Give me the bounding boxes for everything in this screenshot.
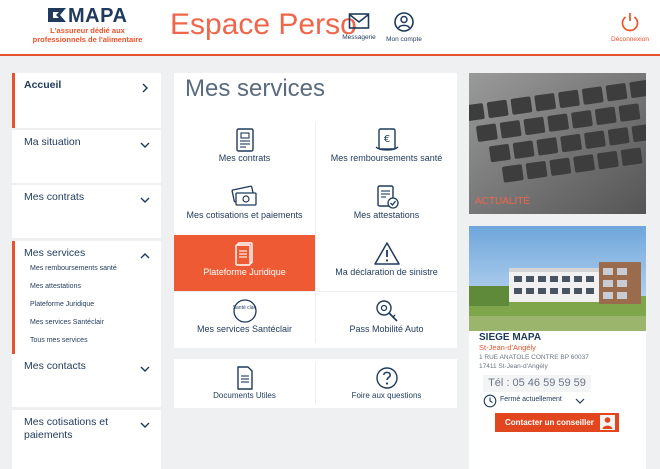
service-attestations[interactable]: Mes attestations	[316, 178, 457, 234]
contact-advisor-button[interactable]: Contacter un conseiller	[495, 413, 619, 432]
office-address-line2: 17411 St-Jean-d'Angély	[479, 363, 548, 370]
logo-tagline: L'assureur dédié aux professionnels de l…	[32, 26, 143, 44]
services-panel: Mes services Mes contrats € Mes rembours…	[174, 73, 457, 348]
clock-icon	[483, 394, 497, 408]
chevron-down-icon	[575, 398, 585, 404]
sidebar-item-label: Accueil	[24, 79, 62, 91]
chevron-right-icon	[142, 83, 148, 93]
sidebar-item-label: Mes contacts	[24, 360, 86, 372]
documents-utiles-link[interactable]: Documents Utiles	[174, 359, 315, 408]
person-icon	[600, 415, 615, 430]
santeclair-logo-text: Santé clair	[232, 305, 257, 311]
sidebar-item-cotisations[interactable]: Mes cotisations et paiements	[12, 410, 161, 469]
documents-utiles-label: Documents Utiles	[213, 391, 276, 400]
user-circle-icon	[394, 12, 414, 32]
certificate-check-icon	[376, 185, 399, 209]
logo-word: MAPA	[68, 5, 128, 27]
sidebar: Accueil Ma situation Mes contrats Mes se…	[12, 73, 161, 469]
sidebar-subitem-juridique[interactable]: Plateforme Juridique	[30, 301, 94, 308]
santeclair-logo-icon	[232, 299, 257, 323]
service-pass-mobilite[interactable]: Pass Mobilité Auto	[316, 292, 457, 348]
document-icon	[236, 366, 253, 390]
service-mes-contrats[interactable]: Mes contrats	[174, 121, 315, 177]
envelope-icon	[348, 13, 370, 29]
question-circle-icon	[375, 367, 398, 389]
sidebar-item-label: Mes contrats	[24, 191, 85, 203]
site-title: Espace Perso	[170, 8, 357, 41]
office-phone[interactable]: Tél : 05 46 59 59 59	[483, 375, 591, 392]
office-building-image	[469, 226, 646, 331]
svg-text:€: €	[383, 134, 389, 145]
header: MAPA L'assureur dédié aux professionnels…	[0, 0, 660, 56]
euro-document-icon: €	[375, 128, 398, 151]
sidebar-subitem-santeclair[interactable]: Mes services Santéclair	[30, 319, 104, 326]
sidebar-item-accueil[interactable]: Accueil	[12, 73, 161, 128]
sidebar-item-label: Mes services	[24, 247, 86, 259]
contract-document-icon	[235, 128, 254, 152]
logout-button[interactable]: Déconnexion	[604, 12, 656, 50]
service-label: Mes cotisations et paiements	[186, 210, 303, 220]
news-card[interactable]: ACTUALITÉ	[469, 73, 646, 214]
account-button[interactable]: Mon compte	[378, 12, 430, 50]
service-cotisations-paiements[interactable]: Mes cotisations et paiements	[174, 178, 315, 234]
docs-panel: Documents Utiles Foire aux questions	[174, 359, 457, 408]
chevron-down-icon	[140, 422, 150, 428]
faq-label: Foire aux questions	[351, 391, 422, 400]
faq-link[interactable]: Foire aux questions	[316, 359, 457, 408]
mapa-logo-icon	[48, 8, 66, 22]
service-label: Mes attestations	[353, 210, 420, 220]
contact-advisor-label: Contacter un conseiller	[505, 418, 594, 427]
office-name: SIEGE MAPA	[479, 332, 542, 343]
car-key-icon	[375, 300, 398, 322]
service-label: Mes remboursements santé	[330, 153, 443, 163]
logout-label: Déconnexion	[611, 36, 649, 43]
service-label: Mes contrats	[218, 153, 271, 163]
sidebar-item-label: Ma situation	[24, 136, 81, 148]
sidebar-subitem-tous[interactable]: Tous mes services	[30, 337, 88, 344]
service-santeclair[interactable]: Santé clair Mes services Santéclair	[174, 292, 315, 348]
office-city: St-Jean-d'Angély	[479, 343, 536, 352]
mapa-logo[interactable]: MAPA L'assureur dédié aux professionnels…	[30, 5, 145, 49]
service-plateforme-juridique[interactable]: Plateforme Juridique	[174, 235, 315, 291]
sidebar-item-contrats[interactable]: Mes contrats	[12, 185, 161, 238]
office-card: SIEGE MAPA St-Jean-d'Angély 1 RUE ANATOL…	[469, 226, 646, 469]
chevron-down-icon	[140, 197, 150, 203]
office-hours-toggle[interactable]: Fermé actuellement	[483, 394, 593, 408]
keyboard-image	[469, 73, 646, 214]
service-remboursements-sante[interactable]: € Mes remboursements santé	[316, 121, 457, 177]
sidebar-item-situation[interactable]: Ma situation	[12, 130, 161, 183]
service-label: Mes services Santéclair	[196, 324, 293, 334]
banknotes-icon	[231, 185, 257, 206]
warning-triangle-icon	[373, 242, 400, 265]
sidebar-item-label: Mes cotisations et paiements	[24, 416, 109, 441]
chevron-down-icon	[140, 142, 150, 148]
services-title: Mes services	[185, 75, 326, 102]
service-label: Pass Mobilité Auto	[349, 324, 424, 334]
office-address-line1: 1 RUE ANATOLE CONTRE BP 60037	[479, 354, 589, 361]
sidebar-item-contacts[interactable]: Mes contacts	[12, 354, 161, 407]
news-label: ACTUALITÉ	[475, 196, 531, 207]
office-hours-text: Fermé actuellement	[500, 396, 562, 403]
power-icon	[621, 13, 639, 32]
service-label: Ma déclaration de sinistre	[335, 267, 438, 277]
chevron-down-icon	[140, 366, 150, 372]
account-label: Mon compte	[386, 36, 422, 43]
sidebar-item-services[interactable]: Mes services Mes remboursements santé Me…	[12, 241, 161, 354]
sidebar-subitem-remboursements[interactable]: Mes remboursements santé	[30, 265, 117, 272]
chevron-up-icon	[140, 253, 150, 259]
legal-book-icon	[234, 242, 253, 266]
service-declaration-sinistre[interactable]: Ma déclaration de sinistre	[316, 235, 457, 291]
sidebar-subitem-attestations[interactable]: Mes attestations	[30, 283, 81, 290]
service-label: Plateforme Juridique	[203, 267, 286, 277]
